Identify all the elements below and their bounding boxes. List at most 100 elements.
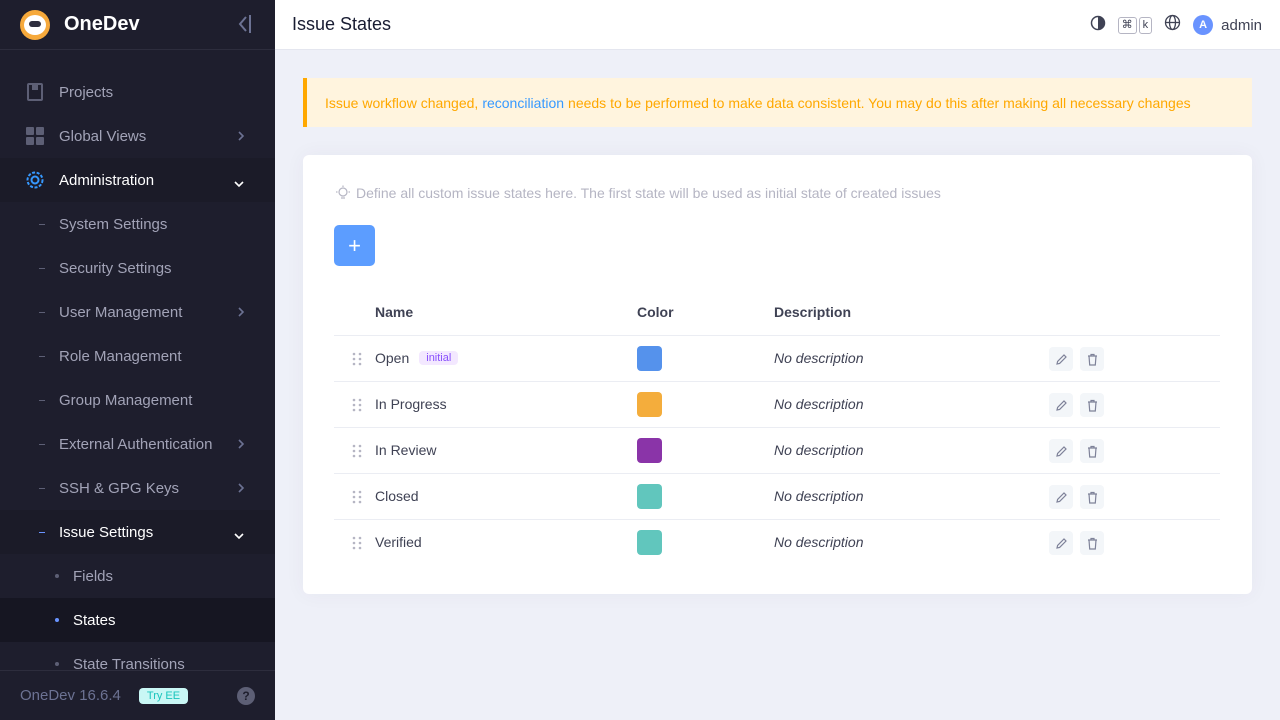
drag-handle-icon[interactable] (351, 398, 363, 415)
edit-state-button[interactable] (1049, 347, 1073, 371)
delete-state-button[interactable] (1080, 531, 1104, 555)
chevron-right-icon (237, 481, 245, 498)
table-row: In Progress No description (334, 382, 1220, 428)
sidebar-item-external-authentication[interactable]: External Authentication (0, 422, 275, 466)
state-name: Verified (375, 534, 422, 550)
sidebar-footer: OneDev 16.6.4 Try EE ? (0, 670, 275, 720)
table-row: In Review No description (334, 428, 1220, 474)
sidebar-item-label: Fields (73, 567, 114, 585)
states-card: Define all custom issue states here. The… (303, 155, 1252, 594)
edit-state-button[interactable] (1049, 393, 1073, 417)
sidebar-item-label: Role Management (59, 347, 182, 365)
state-name-cell: In Review (375, 442, 436, 458)
sidebar-item-label: External Authentication (59, 435, 213, 453)
sidebar: OneDev Projects Global Views Administrat… (0, 0, 275, 720)
command-palette-shortcut[interactable]: ⌘ k (1117, 16, 1153, 34)
version-label: OneDev 16.6.4 (20, 687, 121, 704)
lightbulb-icon (336, 185, 350, 199)
state-name: Closed (375, 488, 419, 504)
alert-text-after: needs to be performed to make data consi… (568, 94, 1191, 111)
state-name-cell: Closed (375, 488, 419, 504)
sidebar-item-user-management[interactable]: User Management (0, 290, 275, 334)
state-color-swatch (637, 438, 662, 463)
drag-handle-icon[interactable] (351, 352, 363, 369)
state-color-swatch (637, 392, 662, 417)
sidebar-item-global-views[interactable]: Global Views (0, 114, 275, 158)
state-name: In Review (375, 442, 437, 458)
collapse-sidebar-icon[interactable] (235, 13, 253, 35)
gear-icon (24, 169, 46, 191)
column-header-color: Color (637, 304, 674, 320)
theme-toggle-icon[interactable] (1090, 15, 1106, 36)
sidebar-item-label: States (73, 611, 116, 629)
drag-handle-icon[interactable] (351, 490, 363, 507)
alert-text-before: Issue workflow changed, (325, 94, 479, 111)
state-description: No description (774, 396, 864, 412)
states-table: Name Color Description Open initial No des… (334, 291, 1220, 566)
onedev-logo (20, 9, 50, 40)
sidebar-item-security-settings[interactable]: Security Settings (0, 246, 275, 290)
pencil-icon (1055, 399, 1067, 411)
chevron-down-icon (233, 175, 245, 192)
topbar: Issue States ⌘ k A admin (275, 0, 1280, 50)
delete-state-button[interactable] (1080, 485, 1104, 509)
edit-state-button[interactable] (1049, 439, 1073, 463)
initial-badge: initial (419, 351, 459, 365)
state-name: In Progress (375, 396, 447, 412)
globe-icon[interactable] (1164, 14, 1181, 36)
avatar[interactable]: A (1193, 15, 1214, 35)
pencil-icon (1055, 537, 1067, 549)
hint: Define all custom issue states here. The… (335, 185, 941, 201)
drag-handle-icon[interactable] (351, 444, 363, 461)
trash-icon (1087, 399, 1097, 412)
sidebar-item-label: User Management (59, 303, 183, 321)
grid-icon (24, 125, 46, 147)
help-icon[interactable]: ? (237, 687, 255, 705)
sidebar-item-group-management[interactable]: Group Management (0, 378, 275, 422)
page-title: Issue States (292, 14, 392, 34)
trash-icon (1087, 491, 1097, 504)
sidebar-item-states[interactable]: States (0, 598, 275, 642)
edit-state-button[interactable] (1049, 485, 1073, 509)
state-color-swatch (637, 346, 662, 371)
chevron-right-icon (237, 129, 245, 146)
drag-handle-icon[interactable] (351, 536, 363, 553)
delete-state-button[interactable] (1080, 347, 1104, 371)
trash-icon (1087, 353, 1097, 366)
state-color-swatch (637, 484, 662, 509)
sidebar-item-label: Issue Settings (59, 523, 154, 541)
pencil-icon (1055, 491, 1067, 503)
sidebar-item-role-management[interactable]: Role Management (0, 334, 275, 378)
sidebar-item-label: Projects (59, 83, 114, 101)
edit-state-button[interactable] (1049, 531, 1073, 555)
sidebar-item-fields[interactable]: Fields (0, 554, 275, 598)
sidebar-item-label: SSH & GPG Keys (59, 479, 180, 497)
sidebar-item-label: State Transitions (73, 655, 185, 671)
sidebar-item-label: Global Views (59, 127, 147, 145)
user-name[interactable]: admin (1221, 17, 1262, 34)
sidebar-item-state-transitions[interactable]: State Transitions (0, 642, 275, 670)
sidebar-item-ssh-gpg-keys[interactable]: SSH & GPG Keys (0, 466, 275, 510)
table-row: Open initial No description (334, 336, 1220, 382)
sidebar-item-issue-settings[interactable]: Issue Settings (0, 510, 275, 554)
sidebar-item-administration[interactable]: Administration (0, 158, 275, 202)
sidebar-item-system-settings[interactable]: System Settings (0, 202, 275, 246)
reconciliation-alert: Issue workflow changed, reconciliation n… (303, 78, 1252, 127)
chevron-right-icon (237, 437, 245, 454)
sidebar-item-label: Security Settings (59, 259, 172, 277)
add-state-button[interactable]: + (334, 225, 375, 266)
state-name: Open (375, 350, 410, 366)
sidebar-item-projects[interactable]: Projects (0, 70, 275, 114)
state-description: No description (774, 534, 864, 550)
delete-state-button[interactable] (1080, 393, 1104, 417)
reconciliation-link[interactable]: reconciliation (482, 95, 564, 111)
try-ee-button[interactable]: Try EE (138, 687, 189, 704)
column-header-description: Description (774, 304, 852, 320)
delete-state-button[interactable] (1080, 439, 1104, 463)
topbar-actions: ⌘ k A admin (1090, 0, 1262, 50)
chevron-down-icon (233, 527, 245, 544)
chevron-right-icon (237, 305, 245, 322)
hint-text: Define all custom issue states here. The… (356, 185, 941, 201)
brand-name: OneDev (64, 13, 140, 35)
trash-icon (1087, 537, 1097, 550)
